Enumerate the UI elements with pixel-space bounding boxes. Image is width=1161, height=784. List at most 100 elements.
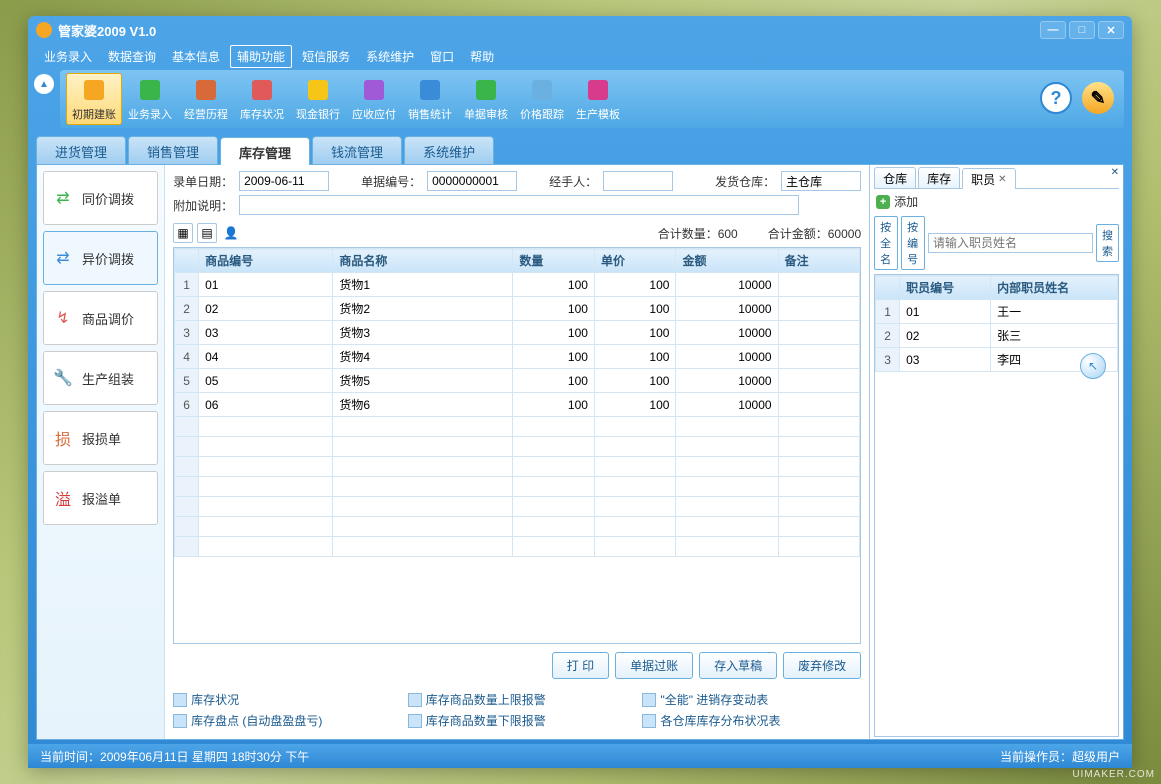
warehouse-input[interactable] xyxy=(781,171,861,191)
menu-0[interactable]: 业务录入 xyxy=(38,46,98,67)
tool-1[interactable]: 业务录入 xyxy=(122,73,178,125)
tool-8[interactable]: 价格跟踪 xyxy=(514,73,570,125)
rtab-close-icon[interactable]: ✕ xyxy=(998,174,1006,185)
button-row: 打 印 单据过账 存入草稿 废弃修改 xyxy=(173,644,861,687)
add-item[interactable]: + 添加 xyxy=(874,189,1119,214)
table-row[interactable]: 505货物510010010000 xyxy=(175,369,860,393)
menu-4[interactable]: 短信服务 xyxy=(296,46,356,67)
right-search-row: 按全名 按编号 搜索 xyxy=(874,214,1119,272)
tool-2[interactable]: 经营历程 xyxy=(178,73,234,125)
main-grid[interactable]: 商品编号商品名称数量单价金额备注101货物110010010000202货物21… xyxy=(173,247,861,644)
handler-label: 经手人： xyxy=(549,173,597,190)
window-title: 管家婆2009 V1.0 xyxy=(58,21,156,40)
link-2[interactable]: "全能" 进销存变动表 xyxy=(642,691,861,708)
table-row[interactable]: 202货物210010010000 xyxy=(175,297,860,321)
menubar: 业务录入数据查询基本信息辅助功能短信服务系统维护窗口帮助 xyxy=(28,44,1132,68)
plus-icon: + xyxy=(876,195,890,209)
search-button[interactable]: 搜索 xyxy=(1096,224,1119,262)
maximize-button[interactable]: □ xyxy=(1069,21,1095,39)
link-4[interactable]: 库存商品数量下限报警 xyxy=(408,712,627,729)
grid-icon-2[interactable]: ▤ xyxy=(197,223,217,243)
handler-input[interactable] xyxy=(603,171,673,191)
side-menu: ⇄同价调拨 ⇄异价调拨 ↯商品调价 🔧生产组装损报损单溢报溢单 xyxy=(37,165,165,739)
right-panel-close[interactable]: ✕ xyxy=(1111,167,1119,178)
link-5[interactable]: 各仓库库存分布状况表 xyxy=(642,712,861,729)
tool-3[interactable]: 库存状况 xyxy=(234,73,290,125)
status-time-label: 当前时间： xyxy=(40,748,100,765)
ntab-2[interactable]: 库存管理 xyxy=(220,137,310,165)
tool-0[interactable]: 初期建账 xyxy=(66,73,122,125)
side-item-2[interactable]: ↯商品调价 xyxy=(43,291,158,345)
rtab-0[interactable]: 仓库 xyxy=(874,167,916,188)
menu-6[interactable]: 窗口 xyxy=(424,46,460,67)
toolbar-collapse-toggle[interactable]: ▲ xyxy=(34,74,54,94)
rtab-2[interactable]: 职员✕ xyxy=(962,168,1015,189)
link-3[interactable]: 库存盘点 (自动盘盈盘亏) xyxy=(173,712,392,729)
link-0[interactable]: 库存状况 xyxy=(173,691,392,708)
close-button[interactable]: ✕ xyxy=(1098,21,1124,39)
link-grid: 库存状况库存商品数量上限报警 "全能" 进销存变动表库存盘点 (自动盘盈盘亏) 库存… xyxy=(173,687,861,733)
total-qty: 600 xyxy=(718,227,738,241)
table-row[interactable]: 606货物610010010000 xyxy=(175,393,860,417)
table-row[interactable]: 404货物410010010000 xyxy=(175,345,860,369)
table-row[interactable]: 101货物110010010000 xyxy=(175,273,860,297)
menu-2[interactable]: 基本信息 xyxy=(166,46,226,67)
about-icon[interactable]: ✎ xyxy=(1082,82,1114,114)
status-time: 2009年06月11日 星期四 18时30分 下午 xyxy=(100,748,309,765)
menu-3[interactable]: 辅助功能 xyxy=(230,45,292,68)
employee-row[interactable]: 202张三 xyxy=(876,324,1118,348)
side-item-5[interactable]: 溢报溢单 xyxy=(43,471,158,525)
minimize-button[interactable]: — xyxy=(1040,21,1066,39)
notebook-body: ⇄同价调拨⇄异价调拨↯商品调价🔧生产组装损报损单溢报溢单 录单日期： 单据编号：… xyxy=(36,164,1124,740)
side-item-3[interactable]: 🔧生产组装 xyxy=(43,351,158,405)
total-amt-label: 合计金额： xyxy=(768,227,828,241)
save-draft-button[interactable]: 存入草稿 xyxy=(699,652,777,679)
discard-button[interactable]: 废弃修改 xyxy=(783,652,861,679)
note-input[interactable] xyxy=(239,195,799,215)
employee-row[interactable]: 101王一 xyxy=(876,300,1118,324)
grid-icon-1[interactable]: ▦ xyxy=(173,223,193,243)
tool-7[interactable]: 单据审核 xyxy=(458,73,514,125)
ntab-4[interactable]: 系统维护 xyxy=(404,136,494,164)
ntab-1[interactable]: 销售管理 xyxy=(128,136,218,164)
date-label: 录单日期： xyxy=(173,173,233,190)
right-panel: ✕ 仓库库存职员✕ + 添加 按全名 按编号 搜索 职员编号内部职员姓名101王… xyxy=(869,165,1123,739)
titlebar: 管家婆2009 V1.0 — □ ✕ xyxy=(28,16,1132,44)
date-input[interactable] xyxy=(239,171,329,191)
menu-7[interactable]: 帮助 xyxy=(464,46,500,67)
side-item-0[interactable]: ⇄同价调拨 xyxy=(43,171,158,225)
note-label: 附加说明： xyxy=(173,197,233,214)
tool-4[interactable]: 现金银行 xyxy=(290,73,346,125)
watermark: UIMAKER.COM xyxy=(1072,769,1155,780)
doc-input[interactable] xyxy=(427,171,517,191)
menu-1[interactable]: 数据查询 xyxy=(102,46,162,67)
ntab-0[interactable]: 进货管理 xyxy=(36,136,126,164)
form-row-2: 附加说明： xyxy=(173,195,861,215)
tool-5[interactable]: 应收应付 xyxy=(346,73,402,125)
help-icon[interactable]: ? xyxy=(1040,82,1072,114)
filter-all-button[interactable]: 按全名 xyxy=(874,216,898,270)
notebook: 进货管理销售管理库存管理钱流管理系统维护 ⇄同价调拨 ⇄异价调拨 ↯商品调价 🔧生产组… xyxy=(36,136,1124,740)
total-qty-label: 合计数量： xyxy=(658,227,718,241)
rtab-1[interactable]: 库存 xyxy=(918,167,960,188)
post-button[interactable]: 单据过账 xyxy=(615,652,693,679)
menu-5[interactable]: 系统维护 xyxy=(360,46,420,67)
right-grid[interactable]: 职员编号内部职员姓名101王一202张三303李四 ↖ xyxy=(874,274,1119,737)
filter-no-button[interactable]: 按编号 xyxy=(901,216,925,270)
float-arrow-icon[interactable]: ↖ xyxy=(1080,353,1106,379)
tool-6[interactable]: 销售统计 xyxy=(402,73,458,125)
side-item-1[interactable]: ⇄异价调拨 xyxy=(43,231,158,285)
link-1[interactable]: 库存商品数量上限报警 xyxy=(408,691,627,708)
notebook-tabs: 进货管理销售管理库存管理钱流管理系统维护 xyxy=(36,136,1124,164)
employee-search-input[interactable] xyxy=(928,233,1093,253)
warehouse-label: 发货仓库： xyxy=(715,173,775,190)
tool-9[interactable]: 生产模板 xyxy=(570,73,626,125)
app-window: 管家婆2009 V1.0 — □ ✕ 业务录入数据查询基本信息辅助功能短信服务系… xyxy=(28,16,1132,768)
ntab-3[interactable]: 钱流管理 xyxy=(312,136,402,164)
person-icon[interactable]: 👤 xyxy=(221,223,241,243)
app-icon xyxy=(36,22,52,38)
side-item-4[interactable]: 损报损单 xyxy=(43,411,158,465)
table-row[interactable]: 303货物310010010000 xyxy=(175,321,860,345)
statusbar: 当前时间： 2009年06月11日 星期四 18时30分 下午 当前操作员： 超… xyxy=(28,744,1132,768)
print-button[interactable]: 打 印 xyxy=(552,652,609,679)
